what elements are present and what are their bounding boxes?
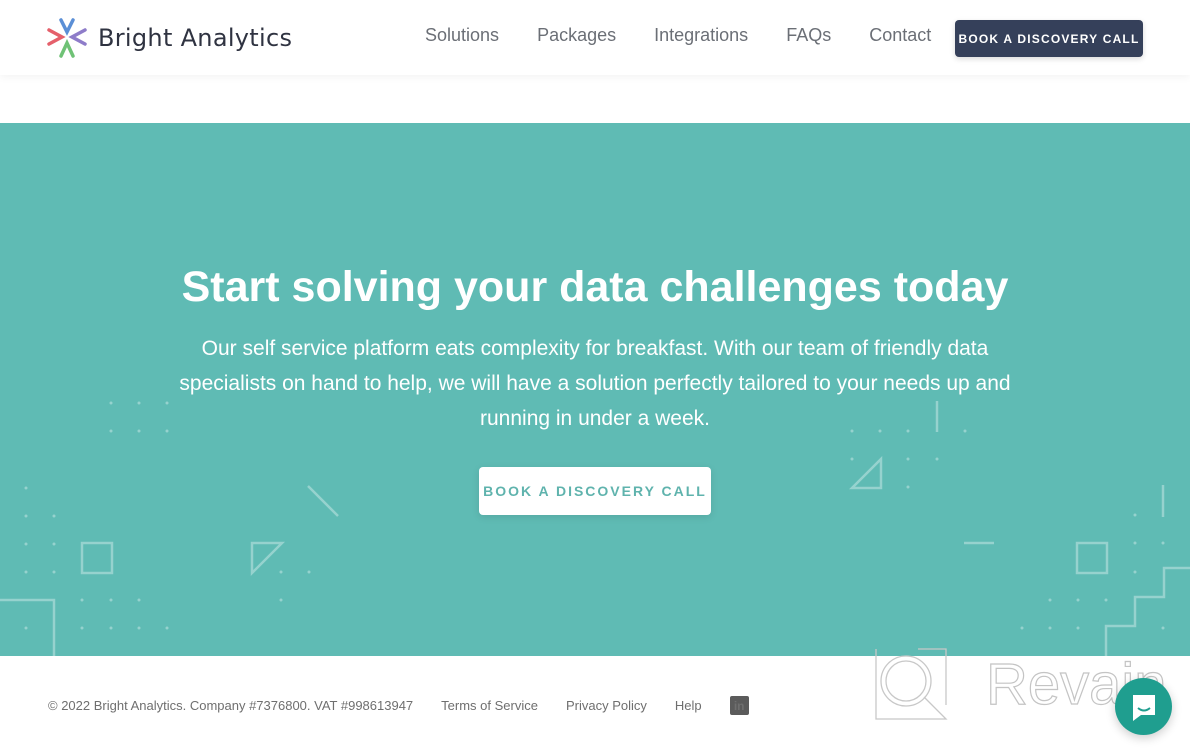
hero-book-call-button[interactable]: BOOK A DISCOVERY CALL [479, 467, 711, 515]
footer-link-terms[interactable]: Terms of Service [441, 698, 538, 713]
hero-description: Our self service platform eats complexit… [179, 337, 1011, 430]
footer-link-privacy[interactable]: Privacy Policy [566, 698, 647, 713]
deco-square [80, 541, 114, 575]
chat-widget-button[interactable] [1115, 678, 1172, 735]
deco-triangle [848, 455, 883, 490]
nav-solutions[interactable]: Solutions [425, 25, 499, 46]
copyright-text: © 2022 Bright Analytics. Company #737680… [48, 698, 414, 713]
nav-integrations[interactable]: Integrations [654, 25, 748, 46]
deco-triangle [250, 541, 286, 577]
cta-section: Start solving your data challenges today… [0, 123, 1190, 656]
main-nav: Solutions Packages Integrations FAQs Con… [425, 25, 969, 46]
deco-square [1075, 541, 1109, 575]
deco-line [307, 485, 339, 517]
footer-link-help[interactable]: Help [675, 698, 702, 713]
header-book-call-button[interactable]: BOOK A DISCOVERY CALL [955, 20, 1143, 57]
nav-contact[interactable]: Contact [869, 25, 931, 46]
linkedin-icon[interactable]: in [729, 696, 749, 715]
brand-logo[interactable]: Bright Analytics [46, 17, 292, 59]
hero-title: Start solving your data challenges today [181, 263, 1009, 311]
site-header: Bright Analytics Solutions Packages Inte… [0, 0, 1190, 75]
nav-packages[interactable]: Packages [537, 25, 616, 46]
revain-logo-icon [875, 648, 948, 720]
brand-logo-icon [47, 18, 87, 58]
deco-stairs [1104, 566, 1190, 656]
brand-name: Bright Analytics [98, 24, 293, 52]
chat-icon [1132, 694, 1155, 721]
nav-faqs[interactable]: FAQs [786, 25, 831, 46]
